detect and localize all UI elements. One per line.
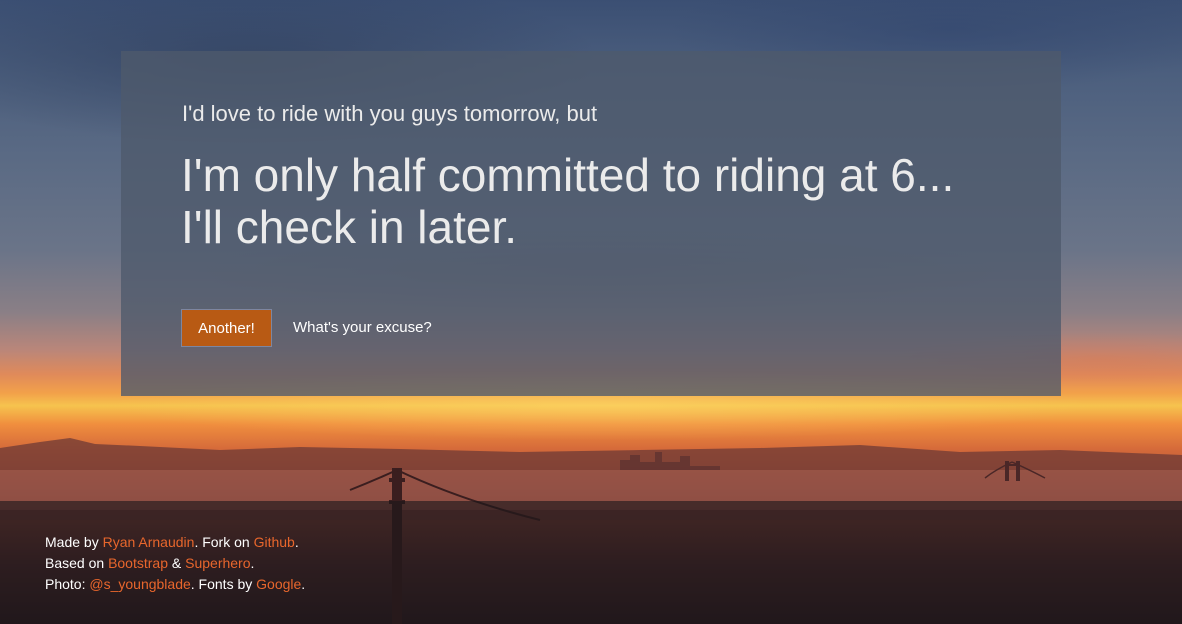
excuse-text: I'm only half committed to riding at 6..…	[181, 149, 955, 253]
lead-text: I'd love to ride with you guys tomorrow,…	[182, 101, 598, 126]
made-by-text: Made by	[45, 534, 103, 550]
line3-end: .	[301, 576, 306, 592]
footer-line-photo: Photo: @s_youngblade. Fonts by Google.	[45, 574, 305, 595]
github-link[interactable]: Github	[254, 534, 295, 550]
footer-line-made-by: Made by Ryan Arnaudin. Fork on Github.	[45, 532, 305, 553]
excuse-card: I'd love to ride with you guys tomorrow,…	[121, 51, 1061, 396]
fonts-by-text: . Fonts by	[190, 576, 257, 592]
fork-on-text: . Fork on	[194, 534, 254, 550]
bootstrap-link[interactable]: Bootstrap	[108, 555, 168, 571]
photographer-link[interactable]: @s_youngblade	[89, 576, 190, 592]
line1-end: .	[294, 534, 299, 550]
based-on-text: Based on	[45, 555, 109, 571]
footer-line-based-on: Based on Bootstrap & Superhero.	[45, 553, 305, 574]
ampersand-text: &	[168, 555, 186, 571]
google-link[interactable]: Google	[256, 576, 301, 592]
another-button[interactable]: Another!	[181, 309, 272, 347]
page: I'd love to ride with you guys tomorrow,…	[0, 0, 1182, 624]
footer-credits: Made by Ryan Arnaudin. Fork on Github. B…	[45, 532, 305, 595]
line2-end: .	[250, 555, 255, 571]
author-link[interactable]: Ryan Arnaudin	[103, 534, 195, 550]
whats-your-excuse-link[interactable]: What's your excuse?	[293, 319, 432, 336]
footer: Made by Ryan Arnaudin. Fork on Github. B…	[0, 501, 1182, 624]
superhero-link[interactable]: Superhero	[185, 555, 250, 571]
photo-text: Photo:	[45, 576, 90, 592]
